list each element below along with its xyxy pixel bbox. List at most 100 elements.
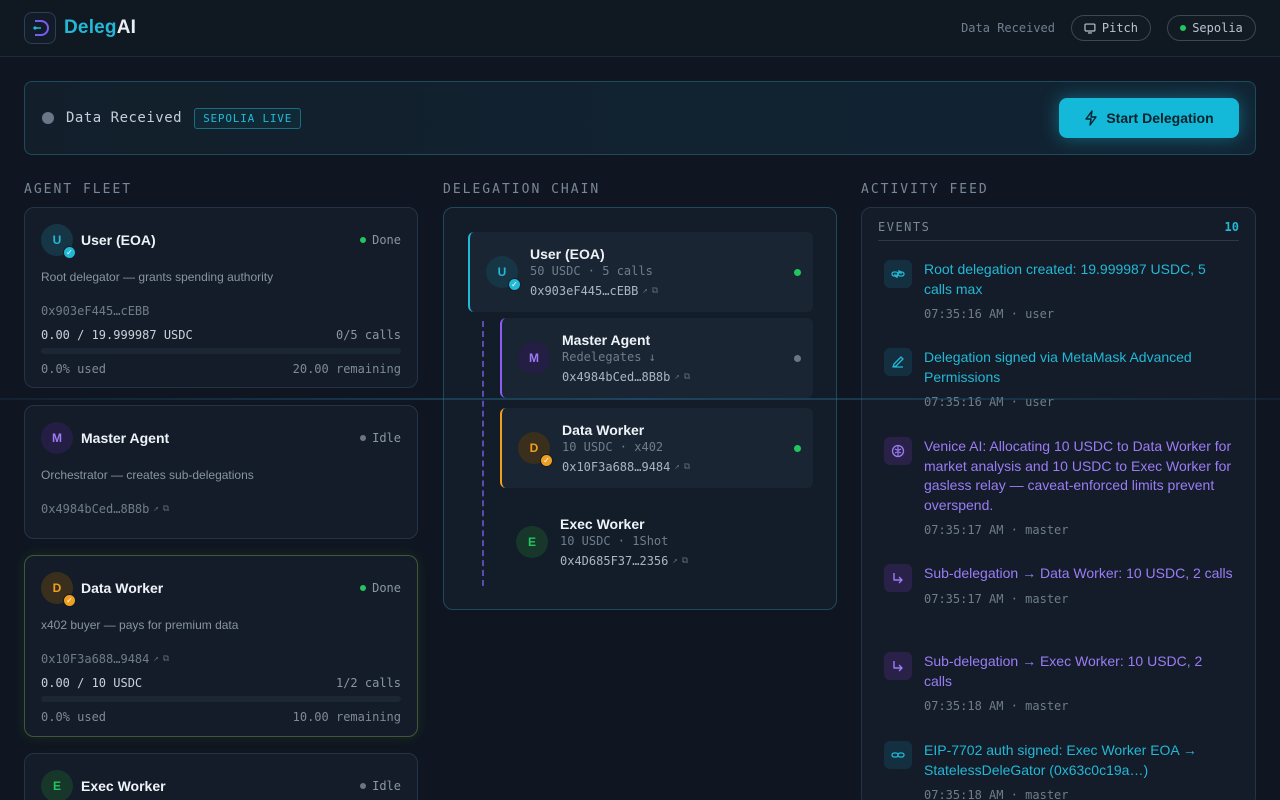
copy-icon[interactable]: ⧉ xyxy=(682,556,688,566)
event-time: 07:35:17 AM · master xyxy=(924,591,1069,606)
node-status-dot xyxy=(794,445,801,452)
external-link-icon[interactable]: ↗ xyxy=(674,372,679,382)
activity-feed-panel: EVENTS 10 Root delegation created: 19.99… xyxy=(861,207,1256,800)
app-header: DelegAI Data Received Pitch Sepolia xyxy=(0,0,1280,57)
agent-address[interactable]: 0x903eF445…cEBB xyxy=(41,304,401,318)
status-bar: Data Received SEPOLIA LIVE Start Delegat… xyxy=(24,81,1256,155)
header-status-text: Data Received xyxy=(961,21,1055,35)
event-item: Sub-delegation → Data Worker: 10 USDC, 2… xyxy=(884,564,1234,606)
network-selector[interactable]: Sepolia xyxy=(1167,15,1256,41)
event-item: Venice AI: Allocating 10 USDC to Data Wo… xyxy=(884,437,1234,537)
agent-address-row: 0x10F3a688…9484 ↗ ⧉ xyxy=(41,652,401,666)
agent-address[interactable]: 0x10F3a688…9484 xyxy=(41,652,149,666)
agent-fleet-title: AGENT FLEET xyxy=(24,182,133,197)
event-item: Sub-delegation → Exec Worker: 10 USDC, 2… xyxy=(884,652,1234,713)
link-icon xyxy=(884,741,912,769)
copy-icon[interactable]: ⧉ xyxy=(684,372,690,382)
copy-icon[interactable]: ⧉ xyxy=(684,462,690,472)
event-text: Root delegation created: 19.999987 USDC,… xyxy=(924,261,1206,297)
verified-icon: ✓ xyxy=(63,246,76,259)
chain-node-master[interactable]: M Master Agent Redelegates ↓ 0x4984bCed…… xyxy=(500,318,813,398)
agent-description: x402 buyer — pays for premium data xyxy=(41,618,239,632)
network-status-dot xyxy=(1180,25,1187,31)
corner-arrow-icon xyxy=(884,564,912,592)
copy-icon[interactable]: ⧉ xyxy=(652,286,658,296)
node-status-dot xyxy=(794,269,801,276)
agent-description: Root delegator — grants spending authori… xyxy=(41,270,274,284)
node-status-dot xyxy=(794,355,801,362)
agent-description: Orchestrator — creates sub-delegations xyxy=(41,468,254,482)
status-indicator-dot xyxy=(42,112,54,124)
avatar: E xyxy=(516,526,548,558)
chain-node-user[interactable]: U ✓ User (EOA) 50 USDC · 5 calls 0x903eF… xyxy=(468,232,813,312)
remaining-amount: 10.00 remaining xyxy=(292,710,401,724)
avatar: U ✓ xyxy=(41,224,76,259)
avatar: U ✓ xyxy=(486,256,521,291)
chain-node-data-worker[interactable]: D ✓ Data Worker 10 USDC · x402 0x10F3a68… xyxy=(500,408,813,488)
event-item: EIP-7702 auth signed: Exec Worker EOA → … xyxy=(884,741,1234,800)
call-count: 1/2 calls xyxy=(335,676,401,690)
agent-card-exec-worker[interactable]: E Exec Worker Idle xyxy=(24,753,418,800)
agent-address[interactable]: 0x4984bCed…8B8b xyxy=(41,502,149,516)
agent-card-user[interactable]: U ✓ User (EOA) Done Root delegator — gra… xyxy=(24,207,418,388)
verified-icon: ✓ xyxy=(508,278,521,291)
external-link-icon[interactable]: ↗ xyxy=(153,654,158,664)
external-link-icon[interactable]: ↗ xyxy=(642,286,647,296)
network-live-badge: SEPOLIA LIVE xyxy=(194,107,302,129)
status-badge: Idle xyxy=(360,431,401,445)
node-limits: 10 USDC · x402 xyxy=(562,440,664,454)
node-name: Exec Worker xyxy=(560,516,645,532)
status-badge: Done xyxy=(360,581,401,595)
agent-name: User (EOA) xyxy=(81,232,156,248)
agent-name: Master Agent xyxy=(81,430,170,446)
link-icon xyxy=(884,260,912,288)
brain-icon xyxy=(884,437,912,465)
node-address[interactable]: 0x4984bCed…8B8b xyxy=(562,370,670,384)
avatar: M xyxy=(518,342,550,374)
remaining-amount: 20.00 remaining xyxy=(292,362,401,376)
verified-icon: ✓ xyxy=(540,454,553,467)
external-link-icon[interactable]: ↗ xyxy=(674,462,679,472)
copy-icon[interactable]: ⧉ xyxy=(163,504,169,514)
budget-progress-bar xyxy=(41,696,401,702)
event-count-badge: 10 xyxy=(1224,220,1239,234)
call-count: 0/5 calls xyxy=(335,328,401,342)
chain-connector-line xyxy=(482,321,484,586)
copy-icon[interactable]: ⧉ xyxy=(163,654,169,664)
pen-icon xyxy=(884,348,912,376)
start-delegation-label: Start Delegation xyxy=(1106,110,1214,126)
network-label: Sepolia xyxy=(1192,21,1243,35)
event-text: Sub-delegation → Exec Worker: 10 USDC, 2… xyxy=(924,653,1203,689)
budget-amount: 0.00 / 10 USDC xyxy=(41,676,143,690)
budget-amount: 0.00 / 19.999987 USDC xyxy=(41,328,193,342)
avatar: M xyxy=(41,422,73,454)
chain-node-exec-worker[interactable]: E Exec Worker 10 USDC · 1Shot 0x4D685F37… xyxy=(500,502,813,582)
event-time: 07:35:18 AM · master xyxy=(924,788,1069,800)
status-text: Data Received xyxy=(66,110,183,126)
node-limits: 50 USDC · 5 calls xyxy=(530,264,653,278)
node-limits: Redelegates ↓ xyxy=(562,350,656,364)
event-text: Venice AI: Allocating 10 USDC to Data Wo… xyxy=(924,438,1232,513)
delegation-chain-title: DELEGATION CHAIN xyxy=(443,182,601,197)
agent-address-row: 0x4984bCed…8B8b ↗ ⧉ xyxy=(41,502,401,516)
node-address[interactable]: 0x4D685F37…2356 xyxy=(560,554,668,568)
logo-icon[interactable] xyxy=(24,12,56,44)
delegation-chain-panel: U ✓ User (EOA) 50 USDC · 5 calls 0x903eF… xyxy=(443,207,837,610)
agent-card-master[interactable]: M Master Agent Idle Orchestrator — creat… xyxy=(24,405,418,539)
used-percent: 0.0% used xyxy=(41,710,107,724)
avatar: D ✓ xyxy=(518,432,553,467)
verified-icon: ✓ xyxy=(63,594,76,607)
node-name: User (EOA) xyxy=(530,246,605,262)
agent-card-data-worker[interactable]: D ✓ Data Worker Done x402 buyer — pays f… xyxy=(24,555,418,737)
external-link-icon[interactable]: ↗ xyxy=(672,556,677,566)
agent-name: Data Worker xyxy=(81,580,164,596)
start-delegation-button[interactable]: Start Delegation xyxy=(1059,98,1239,138)
node-address[interactable]: 0x903eF445…cEBB xyxy=(530,284,638,298)
event-time: 07:35:18 AM · master xyxy=(924,699,1069,713)
monitor-icon xyxy=(1084,23,1096,34)
avatar: D ✓ xyxy=(41,572,76,607)
node-address[interactable]: 0x10F3a688…9484 xyxy=(562,460,670,474)
node-limits: 10 USDC · 1Shot xyxy=(560,534,669,548)
pitch-button[interactable]: Pitch xyxy=(1071,15,1151,41)
external-link-icon[interactable]: ↗ xyxy=(153,504,158,514)
